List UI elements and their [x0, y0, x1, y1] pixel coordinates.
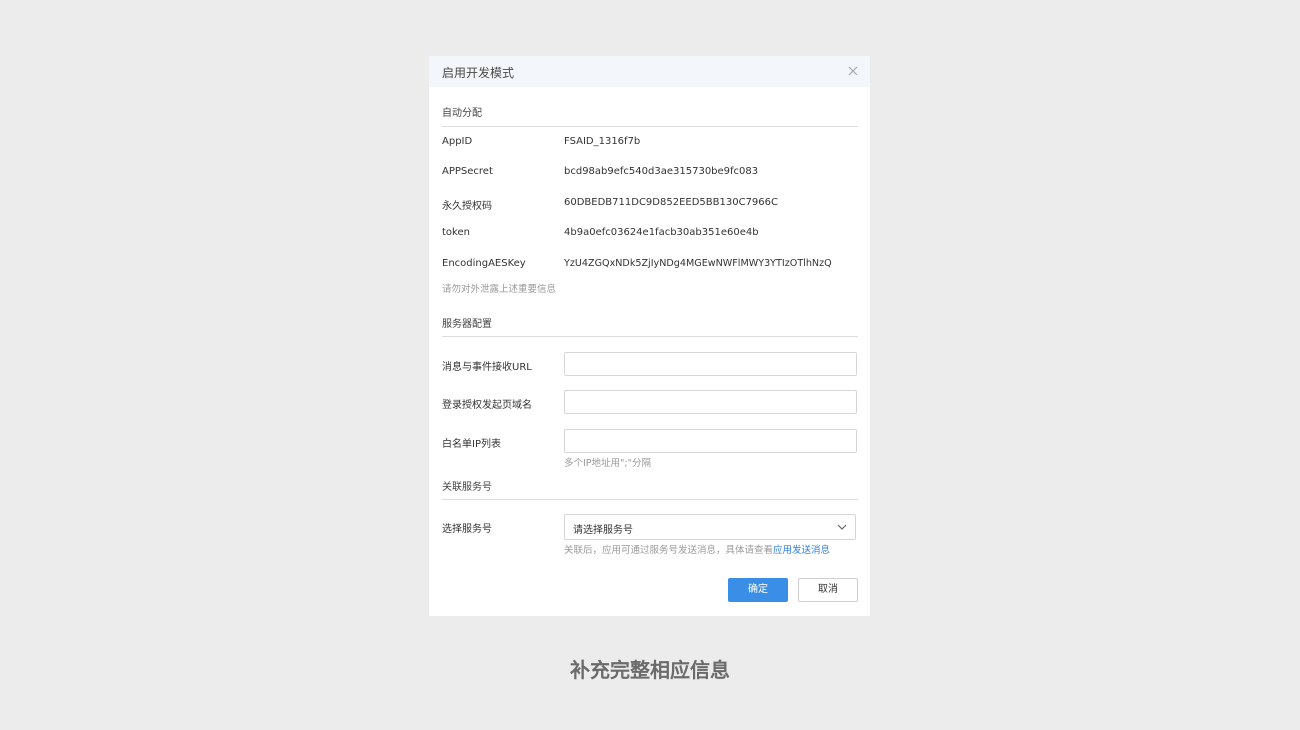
label-ip-whitelist: 白名单IP列表 — [442, 439, 501, 450]
value-token: 4b9a0efc03624e1facb30ab351e60e4b — [564, 227, 759, 238]
dialog-header: 启用开发模式 — [429, 56, 870, 87]
value-appid: FSAID_1316f7b — [564, 136, 641, 147]
label-appsecret: APPSecret — [442, 166, 493, 177]
select-value: 请选择服务号 — [573, 525, 633, 536]
divider — [442, 336, 858, 337]
hint-text: 关联后，应用可通过服务号发送消息，具体请查看 — [564, 545, 774, 556]
enable-dev-mode-dialog: 启用开发模式 自动分配 AppID FSAID_1316f7b APPSecre… — [429, 56, 870, 616]
value-permanent-auth-code: 60DBEDB711DC9D852EED5BB130C7966C — [564, 197, 779, 208]
app-send-message-link[interactable]: 应用发送消息 — [773, 545, 830, 556]
label-login-auth-domain: 登录授权发起页域名 — [442, 400, 532, 411]
label-token: token — [442, 227, 470, 238]
value-encoding-aes-key: YzU4ZGQxNDk5ZjIyNDg4MGEwNWFlMWY3YTIzOTlh… — [564, 258, 832, 269]
chevron-down-icon — [837, 524, 847, 530]
ip-whitelist-input[interactable] — [564, 429, 857, 453]
service-account-select[interactable]: 请选择服务号 — [564, 514, 856, 540]
section-title-linked-service: 关联服务号 — [442, 482, 492, 493]
login-auth-domain-input[interactable] — [564, 390, 857, 414]
label-encoding-aes-key: EncodingAESKey — [442, 258, 526, 269]
label-select-service-account: 选择服务号 — [442, 524, 492, 535]
page-caption: 补充完整相应信息 — [570, 658, 730, 682]
divider — [442, 499, 858, 500]
linked-service-hint: 关联后，应用可通过服务号发送消息，具体请查看应用发送消息 — [564, 542, 830, 556]
divider — [442, 126, 858, 127]
dialog-title: 启用开发模式 — [442, 66, 515, 80]
section-title-server-config: 服务器配置 — [442, 319, 492, 330]
callback-url-input[interactable] — [564, 352, 857, 376]
ip-whitelist-hint: 多个IP地址用";"分隔 — [564, 458, 651, 469]
cancel-button[interactable]: 取消 — [798, 578, 858, 602]
label-appid: AppID — [442, 136, 473, 147]
section-title-auto-assign: 自动分配 — [442, 108, 482, 119]
value-appsecret: bcd98ab9efc540d3ae315730be9fc083 — [564, 166, 759, 177]
label-permanent-auth-code: 永久授权码 — [442, 201, 492, 212]
label-callback-url: 消息与事件接收URL — [442, 362, 532, 373]
security-warning: 请勿对外泄露上述重要信息 — [442, 284, 557, 295]
close-icon[interactable] — [847, 65, 859, 77]
confirm-button[interactable]: 确定 — [728, 578, 788, 602]
